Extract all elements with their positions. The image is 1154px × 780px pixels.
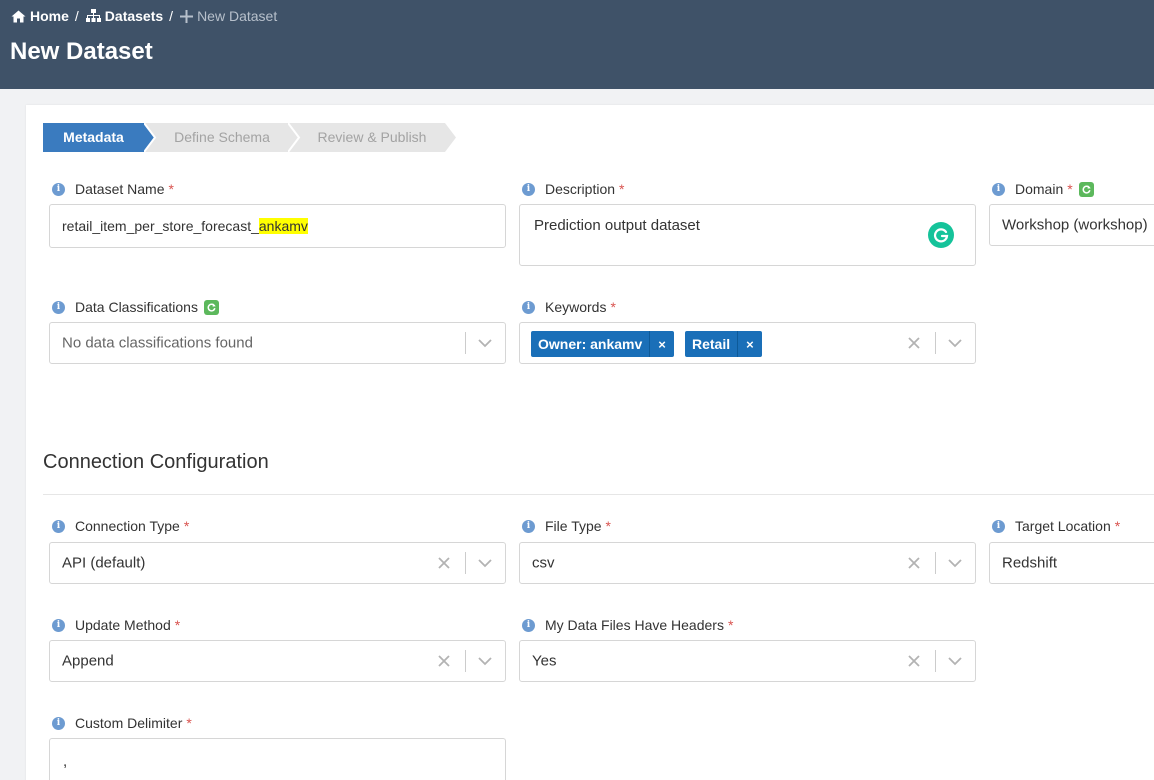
- file-type-select[interactable]: csv: [519, 542, 976, 584]
- chevron-down-icon[interactable]: [945, 333, 965, 353]
- domain-select[interactable]: Workshop (workshop): [989, 204, 1154, 246]
- tag-remove-button[interactable]: ×: [649, 331, 674, 357]
- update-method-select[interactable]: Append: [49, 640, 506, 682]
- info-circle-icon[interactable]: i: [522, 519, 535, 533]
- home-icon: [11, 10, 26, 22]
- step-metadata[interactable]: Metadata: [43, 123, 156, 152]
- target-location-select[interactable]: Redshift: [989, 542, 1154, 584]
- keyword-tag: Owner: ankamv ×: [531, 331, 674, 357]
- dataset-name-label: i Dataset Name *: [52, 181, 174, 197]
- custom-delimiter-input[interactable]: ,: [49, 738, 506, 780]
- page-header: Home / Datasets / New Dataset New Datase…: [0, 0, 1154, 89]
- breadcrumb-separator: /: [74, 8, 79, 24]
- section-divider: [43, 494, 1154, 495]
- headers-select[interactable]: Yes: [519, 640, 976, 682]
- breadcrumb-datasets-label: Datasets: [104, 8, 164, 24]
- step-metadata-label: Metadata: [63, 129, 124, 145]
- chevron-down-icon[interactable]: [475, 553, 495, 573]
- connection-configuration-title: Connection Configuration: [43, 451, 269, 473]
- data-classifications-select[interactable]: No data classifications found: [49, 322, 506, 364]
- page-title: New Dataset: [10, 38, 153, 65]
- chevron-down-icon[interactable]: [475, 651, 495, 671]
- connection-type-select[interactable]: API (default): [49, 542, 506, 584]
- description-textarea[interactable]: Prediction output dataset: [519, 204, 976, 266]
- keywords-multiselect[interactable]: Owner: ankamv × Retail ×: [519, 322, 976, 364]
- headers-label: i My Data Files Have Headers *: [522, 617, 733, 633]
- domain-label: i Domain *: [992, 181, 1094, 197]
- chevron-down-icon[interactable]: [475, 333, 495, 353]
- close-icon[interactable]: [904, 333, 924, 353]
- connection-type-label: i Connection Type *: [52, 518, 189, 534]
- info-circle-icon[interactable]: i: [52, 182, 65, 196]
- data-classifications-label: i Data Classifications: [52, 299, 219, 315]
- info-circle-icon[interactable]: i: [522, 300, 535, 314]
- step-review-publish-label: Review & Publish: [317, 129, 427, 145]
- highlighted-text: ankamv: [258, 218, 308, 234]
- info-circle-icon[interactable]: i: [52, 300, 65, 314]
- breadcrumb-datasets[interactable]: Datasets: [85, 8, 164, 24]
- plus-icon: [180, 9, 194, 23]
- dataset-name-input[interactable]: retail_item_per_store_forecast_ankamv: [49, 204, 506, 248]
- update-method-label: i Update Method *: [52, 617, 180, 633]
- keywords-label: i Keywords *: [522, 299, 616, 315]
- step-define-schema[interactable]: Define Schema: [144, 123, 301, 152]
- info-circle-icon[interactable]: i: [992, 182, 1005, 196]
- close-icon[interactable]: [434, 553, 454, 573]
- step-review-publish[interactable]: Review & Publish: [288, 123, 457, 152]
- info-circle-icon[interactable]: i: [52, 618, 65, 632]
- breadcrumb-home[interactable]: Home: [11, 8, 69, 24]
- chevron-down-icon[interactable]: [945, 553, 965, 573]
- breadcrumb-current: New Dataset: [180, 8, 277, 24]
- info-circle-icon[interactable]: i: [992, 519, 1005, 533]
- sitemap-icon: [85, 9, 101, 22]
- close-icon[interactable]: [434, 651, 454, 671]
- custom-delimiter-label: i Custom Delimiter *: [52, 715, 192, 731]
- close-icon[interactable]: [904, 651, 924, 671]
- info-circle-icon[interactable]: i: [52, 716, 65, 730]
- target-location-label: i Target Location *: [992, 518, 1120, 534]
- close-icon[interactable]: [904, 553, 924, 573]
- step-define-schema-label: Define Schema: [174, 129, 270, 145]
- breadcrumb-separator: /: [169, 8, 174, 24]
- chevron-down-icon[interactable]: [945, 651, 965, 671]
- info-circle-icon[interactable]: i: [522, 618, 535, 632]
- description-label: i Description *: [522, 181, 624, 197]
- tag-remove-button[interactable]: ×: [737, 331, 762, 357]
- info-circle-icon[interactable]: i: [522, 182, 535, 196]
- breadcrumb-current-label: New Dataset: [197, 8, 278, 24]
- file-type-label: i File Type *: [522, 518, 611, 534]
- grammarly-icon[interactable]: [928, 222, 954, 248]
- info-circle-icon[interactable]: i: [52, 519, 65, 533]
- breadcrumb: Home / Datasets / New Dataset: [11, 7, 277, 25]
- keyword-tag: Retail ×: [685, 331, 762, 357]
- breadcrumb-home-label: Home: [30, 8, 69, 24]
- refresh-icon[interactable]: [203, 299, 219, 315]
- refresh-icon[interactable]: [1078, 181, 1094, 197]
